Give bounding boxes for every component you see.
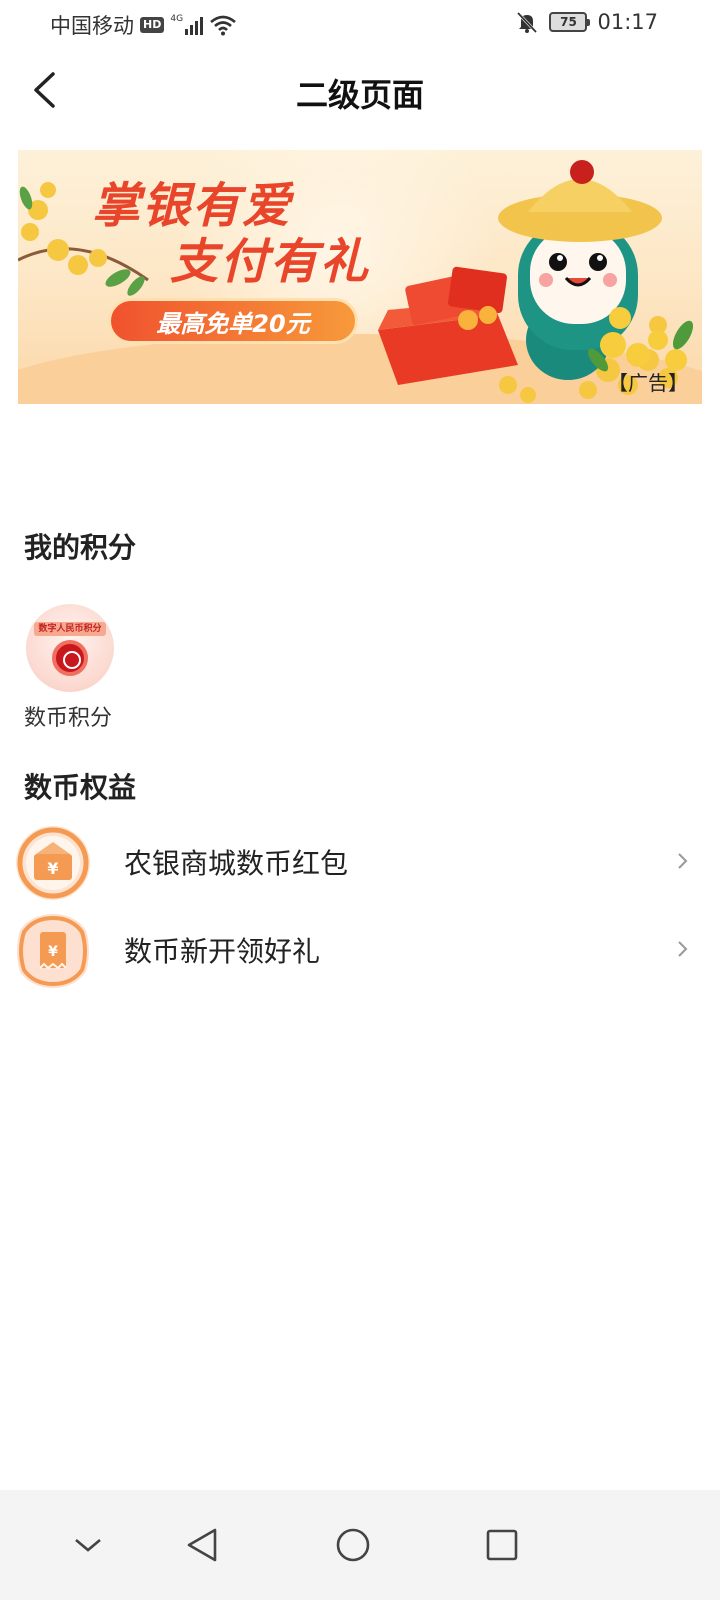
battery-level: 75: [560, 15, 577, 29]
chevron-right-icon: [678, 853, 688, 869]
banner-offer-pill: 最高免单20元: [108, 298, 358, 344]
benefit-label-red-packet: 农银商城数币红包: [124, 847, 349, 880]
mascot-illustration: [378, 160, 694, 403]
coupon-icon: ¥: [17, 914, 89, 988]
points-item-label: 数币积分: [24, 706, 113, 731]
chevron-down-icon: [75, 1539, 101, 1552]
clock-label: 01:17: [597, 10, 658, 34]
battery-icon: 75: [549, 12, 591, 32]
signal-icon: 4G: [170, 14, 204, 35]
nav-collapse-button[interactable]: [38, 1490, 138, 1600]
svg-text:¥: ¥: [47, 859, 58, 878]
points-logo-text: 数字人民币积分: [34, 622, 106, 636]
triangle-back-icon: [187, 1528, 217, 1562]
red-packet-icon: ¥: [16, 826, 90, 900]
carrier-label: 中国移动: [50, 14, 134, 38]
bell-muted-icon: [517, 11, 538, 34]
nav-back-button[interactable]: [152, 1490, 252, 1600]
network-type-label: 4G: [170, 14, 184, 24]
nav-home-button[interactable]: [303, 1490, 403, 1600]
page-title: 二级页面: [295, 76, 424, 114]
promo-banner[interactable]: 掌银有爱 支付有礼 最高免单20元 【广告】: [18, 150, 702, 404]
coin-icon: [52, 640, 88, 676]
hd-badge: HD: [140, 17, 165, 33]
wifi-icon: [210, 15, 236, 36]
chevron-right-icon: [678, 941, 688, 957]
system-nav-bar: [0, 1490, 720, 1600]
status-left: 中国移动 HD 4G: [50, 10, 237, 40]
status-bar: 中国移动 HD 4G 75 01:17: [0, 0, 720, 48]
benefit-label-new-account-gift: 数币新开领好礼: [124, 935, 321, 968]
nav-recents-button[interactable]: [452, 1490, 552, 1600]
square-recents-icon: [486, 1529, 518, 1561]
benefit-row-new-account-gift[interactable]: ¥ 数币新开领好礼: [0, 908, 720, 992]
benefit-row-red-packet[interactable]: ¥ 农银商城数币红包: [0, 820, 720, 904]
banner-headline-1: 掌银有爱: [92, 178, 293, 234]
benefits-section-title: 数币权益: [24, 771, 137, 804]
status-right: 75 01:17: [515, 10, 658, 34]
points-section-title: 我的积分: [24, 531, 137, 564]
circle-home-icon: [336, 1528, 370, 1562]
ad-tag: 【广告】: [608, 371, 688, 395]
nav-header: 二级页面: [0, 60, 720, 120]
svg-text:¥: ¥: [48, 944, 58, 960]
digital-currency-points-item[interactable]: 数字人民币积分 数币积分: [24, 604, 116, 731]
digital-currency-points-logo: 数字人民币积分: [26, 604, 114, 692]
banner-headline-2: 支付有礼: [170, 234, 371, 290]
